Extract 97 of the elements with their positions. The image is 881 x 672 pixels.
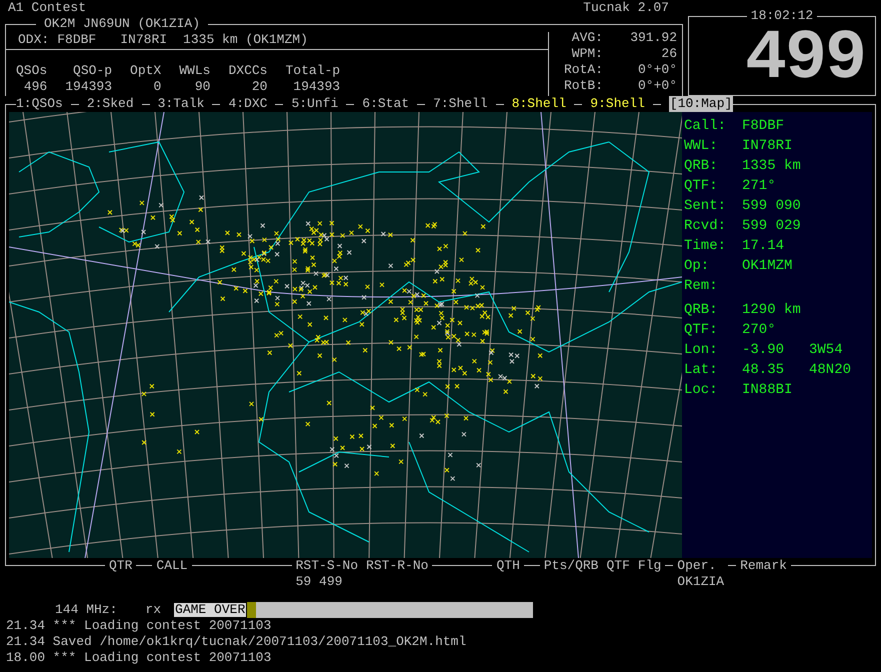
rate-value: 0°+0° bbox=[636, 78, 677, 94]
info-value: 270° bbox=[742, 321, 776, 340]
stat-value: 194393 bbox=[65, 79, 112, 95]
info-label: Lon: bbox=[684, 341, 719, 360]
info-value: 599 090 bbox=[742, 197, 801, 216]
info-value: 1335 km bbox=[742, 157, 801, 176]
input-field[interactable]: GAME OVER bbox=[173, 602, 534, 618]
stat-label: OptX bbox=[130, 63, 162, 79]
stat-label: QSOs bbox=[16, 63, 48, 79]
contest-title: A1 Contest bbox=[8, 0, 86, 16]
tab-divider bbox=[346, 104, 354, 105]
column-header: Flg bbox=[638, 558, 662, 574]
report-display: 499 bbox=[744, 24, 865, 95]
column-header: Oper. bbox=[677, 558, 718, 574]
band-label: 144 MHz: bbox=[55, 602, 118, 618]
info-value: IN88BI bbox=[742, 381, 792, 400]
tab-divider bbox=[496, 104, 504, 105]
info-label: QRB: bbox=[684, 157, 719, 176]
info-label: Op: bbox=[684, 257, 710, 276]
column-header: RST-S-No bbox=[296, 558, 358, 574]
rate-value: 26 bbox=[660, 46, 677, 62]
stat-label: QSO-p bbox=[73, 63, 112, 79]
tab[interactable]: 5:Unfi bbox=[291, 96, 338, 112]
info-value: 1290 km bbox=[742, 301, 801, 320]
info-value: IN78RI bbox=[742, 137, 792, 156]
info-label: QTF: bbox=[684, 321, 719, 340]
info-label: Rem: bbox=[684, 277, 719, 296]
tab-divider bbox=[417, 104, 426, 105]
stat-value: 496 bbox=[24, 79, 48, 95]
rate-label: RotA: bbox=[562, 62, 603, 78]
stat-value: 194393 bbox=[293, 79, 340, 95]
info-label: Loc: bbox=[684, 381, 719, 400]
column-header: RST-R-No bbox=[366, 558, 428, 574]
column-header: Pts/QRB bbox=[544, 558, 598, 574]
log-message: 18.00 *** Loading contest 20071103 bbox=[6, 650, 272, 666]
info-value: 48.35 bbox=[742, 361, 786, 380]
log-message: 21.34 Saved /home/ok1krq/tucnak/20071103/20071103_OK2M.html bbox=[6, 634, 468, 650]
column-value: 59 499 bbox=[296, 574, 344, 590]
info-label: Time: bbox=[684, 237, 728, 256]
input-value: GAME OVER bbox=[173, 602, 248, 618]
column-header: QTH bbox=[496, 558, 520, 574]
stat-value: 20 bbox=[252, 79, 268, 95]
info-value: 599 029 bbox=[742, 217, 801, 236]
odx-call: F8DBF bbox=[57, 32, 96, 49]
stat-value: 0 bbox=[153, 79, 162, 95]
info-label: Sent: bbox=[684, 197, 728, 216]
tab-divider bbox=[142, 104, 150, 105]
info-label: QTF: bbox=[684, 177, 719, 196]
rate-label: WPM: bbox=[570, 46, 603, 62]
tab[interactable]: 1:QSOs bbox=[16, 96, 63, 112]
info-label: WWL: bbox=[684, 137, 719, 156]
rate-value: 0°+0° bbox=[636, 62, 677, 78]
station-title: OK2M JN69UN (OK1ZIA) bbox=[43, 16, 202, 32]
tab-divider bbox=[574, 104, 582, 105]
tab[interactable]: 2:Sked bbox=[86, 96, 134, 112]
tab-divider bbox=[70, 104, 79, 105]
info-value: OK1MZM bbox=[742, 257, 792, 276]
column-header: CALL bbox=[156, 558, 188, 574]
stat-label: Total-p bbox=[285, 63, 340, 79]
info-value: 17.14 bbox=[742, 237, 784, 256]
odx-label: ODX: bbox=[18, 32, 50, 49]
tab[interactable]: 7:Shell bbox=[433, 96, 488, 112]
tab[interactable]: [10:Map] bbox=[668, 96, 734, 112]
stat-label: WWLs bbox=[179, 63, 210, 79]
rate-value: 391.92 bbox=[629, 30, 677, 46]
stat-label: DXCCs bbox=[228, 63, 268, 79]
column-header: QTR bbox=[109, 558, 132, 574]
info-label: QRB: bbox=[684, 301, 719, 320]
column-value: OK1ZIA bbox=[677, 574, 724, 590]
info-label: Lat: bbox=[684, 361, 719, 380]
info-label: Call: bbox=[684, 117, 728, 136]
app-version: Tucnak 2.07 bbox=[583, 0, 669, 16]
info-value: 3W54 bbox=[809, 341, 843, 360]
info-value: -3.90 bbox=[742, 341, 786, 360]
clock-time: 18:02:12 bbox=[750, 8, 814, 24]
tab[interactable]: 8:Shell bbox=[512, 96, 566, 112]
stat-value: 90 bbox=[194, 79, 210, 95]
mode-label: rx bbox=[145, 602, 162, 618]
tab-divider bbox=[652, 104, 661, 105]
rate-label: AVG: bbox=[570, 30, 603, 46]
column-header: Remark bbox=[740, 558, 787, 574]
info-value: 48N20 bbox=[809, 361, 852, 380]
tab[interactable]: 4:DXC bbox=[228, 96, 268, 112]
tab-divider bbox=[212, 104, 220, 105]
rate-label: RotB: bbox=[562, 78, 603, 94]
tab-divider bbox=[275, 104, 284, 105]
odx-locator: IN78RI bbox=[120, 32, 168, 49]
tab[interactable]: 6:Stat bbox=[362, 96, 410, 112]
tab[interactable]: 3:Talk bbox=[158, 96, 204, 112]
info-value: 271° bbox=[742, 177, 776, 196]
info-value: F8DBF bbox=[742, 117, 784, 136]
text-cursor bbox=[247, 602, 256, 618]
log-message: 21.34 *** Loading contest 20071103 bbox=[6, 618, 272, 634]
column-header: QTF bbox=[606, 558, 630, 574]
odx-distance: 1335 km (OK1MZM) bbox=[183, 32, 308, 49]
tab[interactable]: 9:Shell bbox=[590, 96, 645, 112]
info-label: Rcvd: bbox=[684, 217, 728, 236]
